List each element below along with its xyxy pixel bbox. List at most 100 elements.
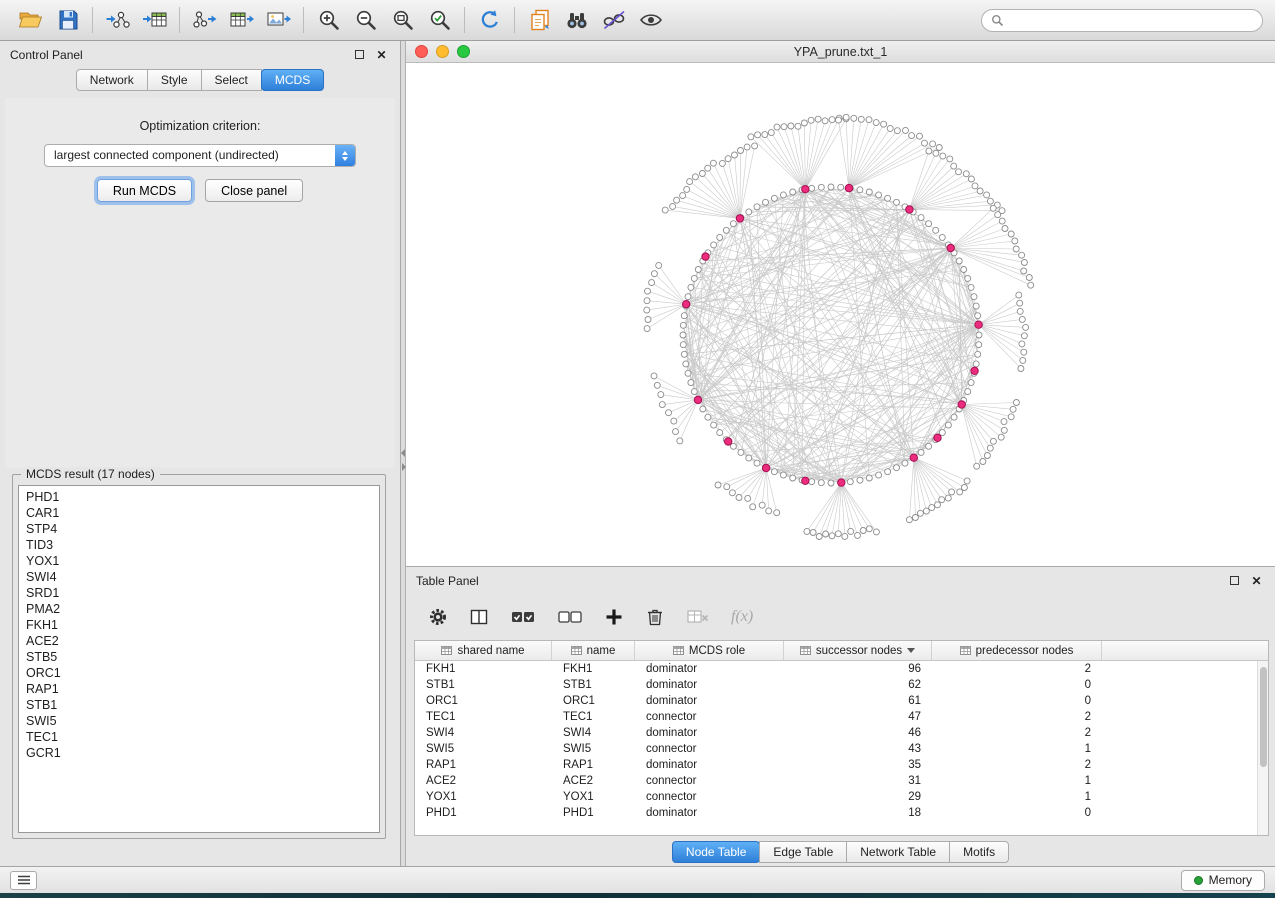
cell-name[interactable]: FKH1 bbox=[552, 661, 635, 677]
export-network-button[interactable] bbox=[186, 4, 223, 36]
tab-mcds[interactable]: MCDS bbox=[261, 69, 324, 91]
undock-table-panel-button[interactable] bbox=[1226, 572, 1243, 589]
cell-filler[interactable] bbox=[1102, 741, 1257, 757]
cell-successor-nodes[interactable]: 47 bbox=[784, 709, 932, 725]
close-panel-button[interactable]: Close panel bbox=[205, 179, 303, 202]
mcds-result-list[interactable]: PHD1CAR1STP4TID3YOX1SWI4SRD1PMA2FKH1ACE2… bbox=[18, 485, 380, 833]
search-field[interactable] bbox=[981, 9, 1263, 32]
save-session-button[interactable] bbox=[49, 4, 86, 36]
mcds-result-item[interactable]: PMA2 bbox=[19, 601, 379, 617]
cell-successor-nodes[interactable]: 62 bbox=[784, 677, 932, 693]
show-graphics-button[interactable] bbox=[632, 4, 669, 36]
memory-button[interactable]: Memory bbox=[1181, 870, 1265, 891]
cell-successor-nodes[interactable]: 31 bbox=[784, 773, 932, 789]
table-row[interactable]: RAP1RAP1dominator352 bbox=[415, 757, 1257, 773]
mcds-result-item[interactable]: STB5 bbox=[19, 649, 379, 665]
mcds-result-item[interactable]: RAP1 bbox=[19, 681, 379, 697]
cell-mcds-role[interactable]: dominator bbox=[635, 661, 784, 677]
mcds-result-item[interactable]: SWI4 bbox=[19, 569, 379, 585]
zoom-window-button[interactable] bbox=[457, 45, 470, 58]
optimization-criterion-select[interactable]: largest connected component (undirected) bbox=[44, 144, 356, 167]
cell-successor-nodes[interactable]: 43 bbox=[784, 741, 932, 757]
cell-mcds-role[interactable]: connector bbox=[635, 741, 784, 757]
find-button[interactable] bbox=[558, 4, 595, 36]
scrollbar-thumb[interactable] bbox=[1260, 667, 1267, 767]
export-table-button[interactable] bbox=[223, 4, 260, 36]
refresh-layout-button[interactable] bbox=[471, 4, 508, 36]
cell-shared-name[interactable]: YOX1 bbox=[415, 789, 552, 805]
export-image-button[interactable] bbox=[260, 4, 297, 36]
copy-style-button[interactable] bbox=[521, 4, 558, 36]
zoom-selected-button[interactable] bbox=[421, 4, 458, 36]
deselect-all-columns-button[interactable] bbox=[557, 607, 583, 627]
column-header-shared-name[interactable]: shared name bbox=[415, 641, 552, 660]
mcds-result-item[interactable]: TEC1 bbox=[19, 729, 379, 745]
cell-filler[interactable] bbox=[1102, 773, 1257, 789]
cell-name[interactable]: RAP1 bbox=[552, 757, 635, 773]
cell-filler[interactable] bbox=[1102, 693, 1257, 709]
cell-predecessor-nodes[interactable]: 2 bbox=[932, 661, 1102, 677]
undock-control-panel-button[interactable] bbox=[351, 46, 368, 63]
cell-predecessor-nodes[interactable]: 1 bbox=[932, 789, 1102, 805]
select-all-columns-button[interactable] bbox=[510, 607, 536, 627]
cell-mcds-role[interactable]: connector bbox=[635, 709, 784, 725]
column-header-successor-nodes[interactable]: successor nodes bbox=[784, 641, 932, 660]
cell-name[interactable]: STB1 bbox=[552, 677, 635, 693]
cell-filler[interactable] bbox=[1102, 677, 1257, 693]
cell-name[interactable]: SWI5 bbox=[552, 741, 635, 757]
run-mcds-button[interactable]: Run MCDS bbox=[97, 179, 192, 202]
cell-predecessor-nodes[interactable]: 0 bbox=[932, 693, 1102, 709]
show-panels-button[interactable] bbox=[10, 871, 37, 890]
cell-shared-name[interactable]: FKH1 bbox=[415, 661, 552, 677]
column-header-mcds-role[interactable]: MCDS role bbox=[635, 641, 784, 660]
mcds-result-item[interactable]: TID3 bbox=[19, 537, 379, 553]
cell-successor-nodes[interactable]: 18 bbox=[784, 805, 932, 821]
cell-shared-name[interactable]: STB1 bbox=[415, 677, 552, 693]
cell-predecessor-nodes[interactable]: 0 bbox=[932, 805, 1102, 821]
create-column-button[interactable] bbox=[604, 607, 624, 627]
table-row[interactable]: FKH1FKH1dominator962 bbox=[415, 661, 1257, 677]
table-options-button[interactable] bbox=[428, 607, 448, 627]
show-columns-button[interactable] bbox=[469, 607, 489, 627]
delete-table-button[interactable] bbox=[686, 607, 710, 627]
tab-network[interactable]: Network bbox=[76, 69, 148, 91]
function-builder-button[interactable]: f(x) bbox=[731, 608, 753, 626]
cell-successor-nodes[interactable]: 61 bbox=[784, 693, 932, 709]
cell-filler[interactable] bbox=[1102, 757, 1257, 773]
cell-shared-name[interactable]: TEC1 bbox=[415, 709, 552, 725]
cell-name[interactable]: ORC1 bbox=[552, 693, 635, 709]
zoom-out-button[interactable] bbox=[347, 4, 384, 36]
cell-successor-nodes[interactable]: 96 bbox=[784, 661, 932, 677]
cell-filler[interactable] bbox=[1102, 709, 1257, 725]
cell-mcds-role[interactable]: dominator bbox=[635, 677, 784, 693]
open-file-button[interactable] bbox=[12, 4, 49, 36]
table-row[interactable]: SWI4SWI4dominator462 bbox=[415, 725, 1257, 741]
cell-predecessor-nodes[interactable]: 0 bbox=[932, 677, 1102, 693]
cell-mcds-role[interactable]: connector bbox=[635, 789, 784, 805]
table-row[interactable]: ORC1ORC1dominator610 bbox=[415, 693, 1257, 709]
cell-name[interactable]: ACE2 bbox=[552, 773, 635, 789]
mcds-result-item[interactable]: STB1 bbox=[19, 697, 379, 713]
cell-mcds-role[interactable]: dominator bbox=[635, 757, 784, 773]
close-window-button[interactable] bbox=[415, 45, 428, 58]
cell-filler[interactable] bbox=[1102, 789, 1257, 805]
cell-predecessor-nodes[interactable]: 2 bbox=[932, 709, 1102, 725]
minimize-window-button[interactable] bbox=[436, 45, 449, 58]
tab-network-table[interactable]: Network Table bbox=[846, 841, 950, 863]
delete-columns-button[interactable] bbox=[645, 607, 665, 627]
mcds-result-item[interactable]: PHD1 bbox=[19, 489, 379, 505]
mcds-result-item[interactable]: STP4 bbox=[19, 521, 379, 537]
cell-predecessor-nodes[interactable]: 1 bbox=[932, 741, 1102, 757]
cell-predecessor-nodes[interactable]: 1 bbox=[932, 773, 1102, 789]
close-table-panel-button[interactable]: ✕ bbox=[1248, 572, 1265, 589]
table-row[interactable]: PHD1PHD1dominator180 bbox=[415, 805, 1257, 821]
import-network-button[interactable] bbox=[99, 4, 136, 36]
mcds-result-item[interactable]: YOX1 bbox=[19, 553, 379, 569]
mcds-result-item[interactable]: FKH1 bbox=[19, 617, 379, 633]
cell-shared-name[interactable]: SWI5 bbox=[415, 741, 552, 757]
tab-select[interactable]: Select bbox=[201, 69, 262, 91]
cell-shared-name[interactable]: ACE2 bbox=[415, 773, 552, 789]
zoom-fit-button[interactable] bbox=[384, 4, 421, 36]
import-table-button[interactable] bbox=[136, 4, 173, 36]
cell-shared-name[interactable]: PHD1 bbox=[415, 805, 552, 821]
